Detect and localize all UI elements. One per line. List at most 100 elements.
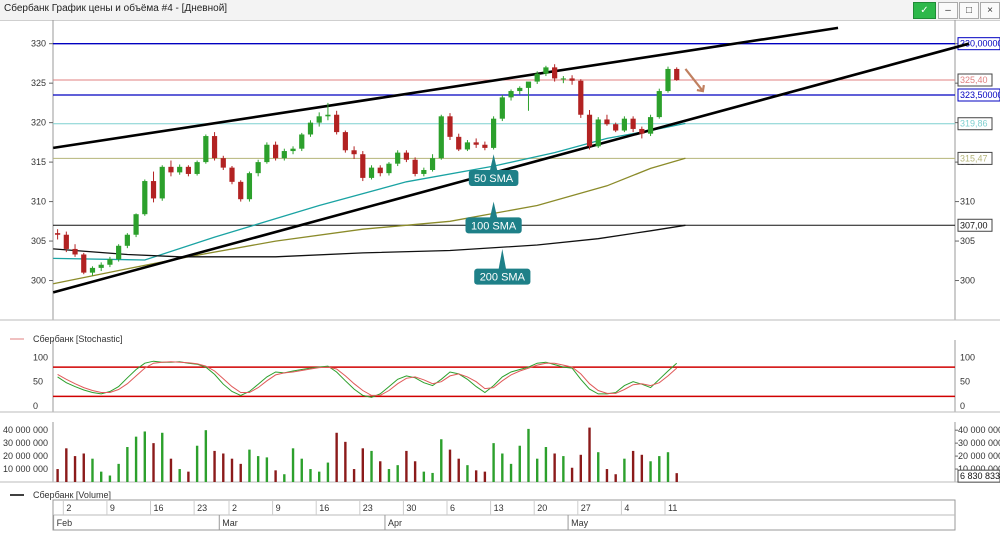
- candle-body: [386, 163, 392, 174]
- candle-body: [255, 162, 261, 174]
- date-day-label: 9: [110, 503, 115, 513]
- volume-bar: [570, 467, 574, 482]
- volume-bar: [562, 456, 565, 482]
- stochastic-y-tick-label: 50: [33, 377, 43, 387]
- volume-bar: [527, 428, 530, 482]
- volume-bar: [553, 453, 556, 482]
- volume-bar: [65, 448, 68, 482]
- volume-bar: [82, 453, 85, 482]
- candle-body: [72, 248, 78, 255]
- stochastic-y-tick-label-right: 100: [960, 352, 975, 362]
- volume-y-tick-label-right: 20 000 000: [958, 451, 1000, 461]
- level-price-label: 319,86: [960, 119, 988, 129]
- volume-bar: [370, 450, 373, 482]
- maximize-icon[interactable]: □: [959, 2, 979, 19]
- volume-bar: [318, 471, 321, 482]
- callout-pointer: [489, 201, 498, 220]
- candle-body: [351, 150, 357, 155]
- candle-body: [89, 267, 96, 273]
- candle-body: [273, 144, 279, 159]
- chart-area[interactable]: 3003003053053103103153153203203253253303…: [0, 20, 1000, 543]
- volume-bar: [466, 465, 469, 482]
- volume-y-tick-label-right: 40 000 000: [958, 425, 1000, 435]
- volume-bar: [195, 445, 199, 482]
- candle-body: [194, 162, 200, 174]
- candle-body: [482, 144, 488, 148]
- level-price-label: 323,50000: [960, 90, 1000, 100]
- stochastic-y-tick-label-right: 50: [960, 377, 970, 387]
- candle-body: [124, 234, 130, 246]
- callout-pointer: [489, 154, 498, 172]
- minimize-icon[interactable]: –: [938, 2, 958, 19]
- stochastic-legend-label: Сбербанк [Stochastic]: [33, 334, 122, 344]
- volume-bar: [117, 463, 120, 482]
- candle-body: [281, 151, 287, 159]
- volume-bar: [134, 436, 138, 482]
- volume-y-tick-label: 40 000 000: [3, 425, 48, 435]
- volume-bar: [658, 456, 661, 482]
- candle-body: [159, 166, 165, 199]
- stochastic-y-tick-label: 100: [33, 352, 48, 362]
- price-y-tick-label: 310: [31, 197, 46, 207]
- date-day-label: 2: [232, 503, 237, 513]
- volume-bar: [361, 448, 364, 482]
- candle-body: [647, 117, 654, 134]
- volume-bar: [588, 427, 591, 482]
- candle-body: [586, 114, 593, 147]
- volume-bar: [73, 456, 77, 482]
- volume-bar: [239, 463, 242, 482]
- volume-bar: [161, 432, 164, 482]
- candle-body: [63, 234, 69, 249]
- date-day-label: 9: [276, 503, 281, 513]
- volume-bar: [536, 458, 539, 482]
- candle-body: [665, 68, 671, 92]
- volume-bar: [248, 449, 251, 482]
- candle-body: [229, 167, 235, 182]
- volume-bar: [448, 449, 452, 482]
- candle-body: [220, 158, 226, 168]
- candle-body: [499, 97, 505, 119]
- volume-bar: [256, 456, 260, 482]
- volume-bar: [187, 471, 190, 482]
- restore-icon[interactable]: ✓: [913, 2, 936, 19]
- candle-body: [674, 68, 680, 80]
- candle-body: [560, 78, 566, 80]
- date-month-label: Feb: [57, 518, 73, 528]
- volume-bar: [152, 443, 155, 482]
- sma-line: [53, 224, 686, 258]
- volume-bar: [649, 461, 652, 482]
- candle-body: [447, 116, 453, 137]
- candle-body: [578, 80, 584, 115]
- price-y-tick-label: 325: [31, 78, 46, 88]
- volume-y-tick-label: 20 000 000: [3, 451, 48, 461]
- candle-body: [81, 254, 87, 273]
- candle-body: [211, 136, 218, 159]
- volume-bar: [413, 461, 417, 482]
- date-day-label: 13: [494, 503, 504, 513]
- volume-bar: [501, 453, 504, 482]
- candle-body: [491, 118, 497, 148]
- date-day-label: 30: [406, 503, 416, 513]
- candle-body: [246, 173, 253, 200]
- close-icon[interactable]: ×: [980, 2, 1000, 19]
- volume-bar: [309, 469, 312, 482]
- volume-bar: [344, 441, 347, 482]
- volume-bar: [352, 469, 356, 482]
- candle-body: [142, 181, 148, 215]
- price-y-tick-label-right: 300: [960, 276, 975, 286]
- candle-body: [429, 158, 436, 170]
- volume-bar: [91, 458, 94, 482]
- volume-bar: [509, 463, 513, 482]
- volume-bar: [265, 457, 269, 482]
- candle-body: [133, 214, 139, 235]
- volume-bar: [623, 458, 626, 482]
- candle-body: [334, 114, 340, 133]
- price-y-tick-label: 320: [31, 118, 46, 128]
- volume-bar: [405, 450, 408, 482]
- level-price-label: 315,47: [960, 153, 988, 163]
- date-month-label: Mar: [222, 518, 238, 528]
- candle-body: [639, 128, 645, 134]
- volume-bar: [326, 462, 330, 482]
- date-day-label: 23: [363, 503, 373, 513]
- volume-bar: [631, 450, 635, 482]
